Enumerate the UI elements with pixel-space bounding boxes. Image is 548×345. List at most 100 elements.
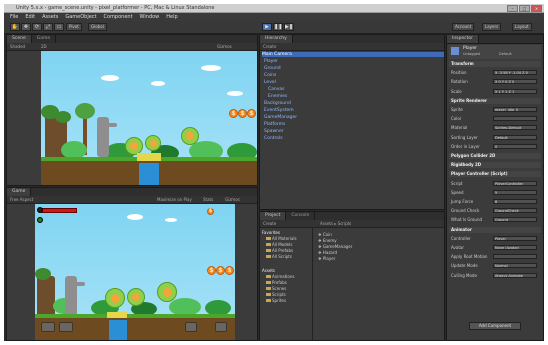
script-file[interactable]: ❖ Enemy (318, 238, 337, 243)
component-header[interactable]: Animator (449, 226, 541, 233)
gizmos-dropdown[interactable]: Gizmos (217, 43, 232, 50)
tab-game-top[interactable]: Game (31, 35, 57, 43)
script-file[interactable]: ❖ Hazard (318, 250, 337, 255)
hierarchy-item[interactable]: Enemies (268, 94, 287, 99)
tab-scene[interactable]: Scene (7, 35, 32, 43)
minimize-icon[interactable]: – (507, 5, 518, 12)
tab-inspector[interactable]: Inspector (447, 35, 479, 43)
hierarchy-create-button[interactable]: Create (263, 43, 276, 50)
project-create-button[interactable]: Create (263, 220, 276, 227)
favorite-item[interactable]: All Scripts (266, 254, 292, 259)
tab-console[interactable]: Console (286, 212, 316, 220)
favorites-label[interactable]: Favorites (262, 230, 280, 235)
layout-dropdown[interactable]: Layout (512, 23, 532, 31)
script-file[interactable]: ❖ Coin (318, 232, 332, 237)
property-field[interactable]: X 0 Y 0 Z 0 (493, 79, 537, 85)
scale-tool-icon[interactable]: ⤢ (43, 23, 53, 31)
scene-viewport[interactable]: $ $ $ (41, 51, 257, 185)
maximize-on-play-toggle[interactable]: Maximize on Play (157, 196, 192, 203)
property-field[interactable]: player_idle_0 (493, 107, 537, 112)
asset-folder[interactable]: Animations (266, 274, 294, 279)
tab-game[interactable]: Game (7, 188, 32, 196)
menu-component[interactable]: Component (104, 14, 133, 20)
hierarchy-item[interactable]: EventSystem (264, 108, 294, 113)
hierarchy-item[interactable]: Player (264, 59, 278, 64)
hierarchy-item[interactable]: Controls (264, 136, 283, 141)
hierarchy-item[interactable]: Canvas (268, 87, 285, 92)
asset-folder[interactable]: Sprites (266, 298, 286, 303)
menu-gameobject[interactable]: GameObject (65, 14, 96, 20)
component-header[interactable]: Rigidbody 2D (449, 162, 541, 169)
property-field[interactable]: X 1 Y 1 Z 1 (493, 88, 537, 94)
hierarchy-item[interactable]: Main Camera (262, 52, 444, 57)
property-field[interactable] (493, 116, 537, 122)
layer-dropdown[interactable]: Default (499, 52, 512, 56)
assets-label[interactable]: Assets (262, 268, 275, 273)
property-field[interactable]: GroundCheck (493, 208, 537, 214)
property-field[interactable]: Ground (493, 217, 537, 223)
layers-dropdown[interactable]: Layers (482, 23, 502, 31)
asset-folder[interactable]: Scripts (266, 292, 286, 297)
pivot-toggle[interactable]: Pivot (66, 23, 82, 31)
property-field[interactable] (493, 254, 537, 260)
component-header[interactable]: Transform (449, 61, 541, 67)
tab-project[interactable]: Project (260, 212, 287, 220)
close-icon[interactable]: × (531, 5, 542, 12)
rotate-tool-icon[interactable]: ⟳ (32, 23, 42, 31)
hierarchy-item[interactable]: Platforms (264, 122, 285, 127)
hierarchy-item[interactable]: Spawner (264, 129, 284, 134)
asset-folder[interactable]: Prefabs (266, 280, 287, 285)
add-component-button[interactable]: Add Component (469, 322, 521, 330)
gizmos-toggle[interactable]: Gizmos (225, 196, 240, 203)
account-dropdown[interactable]: Account (452, 23, 475, 31)
menu-edit[interactable]: Edit (25, 14, 35, 20)
move-tool-icon[interactable]: ✥ (21, 23, 31, 31)
stats-toggle[interactable]: Stats (203, 196, 213, 203)
2d-toggle[interactable]: 2D (41, 43, 47, 50)
hierarchy-item[interactable]: Ground (264, 66, 281, 71)
menu-help[interactable]: Help (166, 14, 177, 20)
attack-button[interactable] (185, 322, 197, 332)
property-field[interactable]: Sprites-Default (493, 125, 537, 131)
rect-tool-icon[interactable]: ▭ (54, 23, 64, 31)
property-field[interactable]: 8 (493, 199, 537, 204)
property-field[interactable]: Always Animate (493, 272, 537, 278)
menu-window[interactable]: Window (140, 14, 160, 20)
property-field[interactable]: Default (493, 134, 537, 140)
global-toggle[interactable]: Global (88, 23, 107, 31)
property-field[interactable]: Player (493, 235, 537, 241)
shading-mode-dropdown[interactable]: Shaded (10, 43, 25, 50)
script-file[interactable]: ❖ Player (318, 256, 335, 261)
property-field[interactable]: X -3.58 Y -1.04 Z 0 (493, 70, 537, 76)
component-header[interactable]: Polygon Collider 2D (449, 153, 541, 159)
jump-button[interactable] (215, 322, 227, 332)
hierarchy-item[interactable]: Coins (264, 73, 276, 78)
hierarchy-item[interactable]: Background (264, 101, 291, 106)
property-field[interactable]: 0 (493, 143, 537, 149)
script-file[interactable]: ❖ GameManager (318, 244, 352, 249)
hand-tool-icon[interactable]: ✋ (10, 23, 20, 31)
asset-folder[interactable]: Scenes (266, 286, 286, 291)
hierarchy-item[interactable]: GameManager (264, 115, 297, 120)
aspect-dropdown[interactable]: Free Aspect (10, 196, 33, 203)
property-field[interactable]: 5 (493, 189, 537, 195)
component-header[interactable]: Player Controller (Script) (449, 171, 541, 178)
pause-button[interactable]: ❚❚ (273, 23, 283, 31)
maximize-icon[interactable]: □ (519, 5, 530, 12)
property-field[interactable]: Normal (493, 263, 537, 269)
move-left-button[interactable] (41, 322, 55, 332)
game-viewport[interactable]: $ $ $ $ (35, 204, 235, 340)
step-button[interactable]: ▶❚ (284, 23, 294, 31)
hierarchy-item[interactable]: Level (264, 80, 276, 85)
property-field[interactable]: None (Avatar) (493, 245, 537, 250)
favorite-item[interactable]: All Prefabs (266, 248, 293, 253)
tag-dropdown[interactable]: Untagged (463, 52, 480, 56)
component-header[interactable]: Sprite Renderer (449, 97, 541, 104)
favorite-item[interactable]: All Materials (266, 236, 297, 241)
property-field[interactable]: PlayerController (493, 180, 537, 186)
tab-hierarchy[interactable]: Hierarchy (260, 35, 293, 43)
move-right-button[interactable] (59, 322, 73, 332)
menu-file[interactable]: File (10, 14, 18, 20)
menu-assets[interactable]: Assets (42, 14, 58, 20)
play-button[interactable]: ▶ (262, 23, 272, 31)
